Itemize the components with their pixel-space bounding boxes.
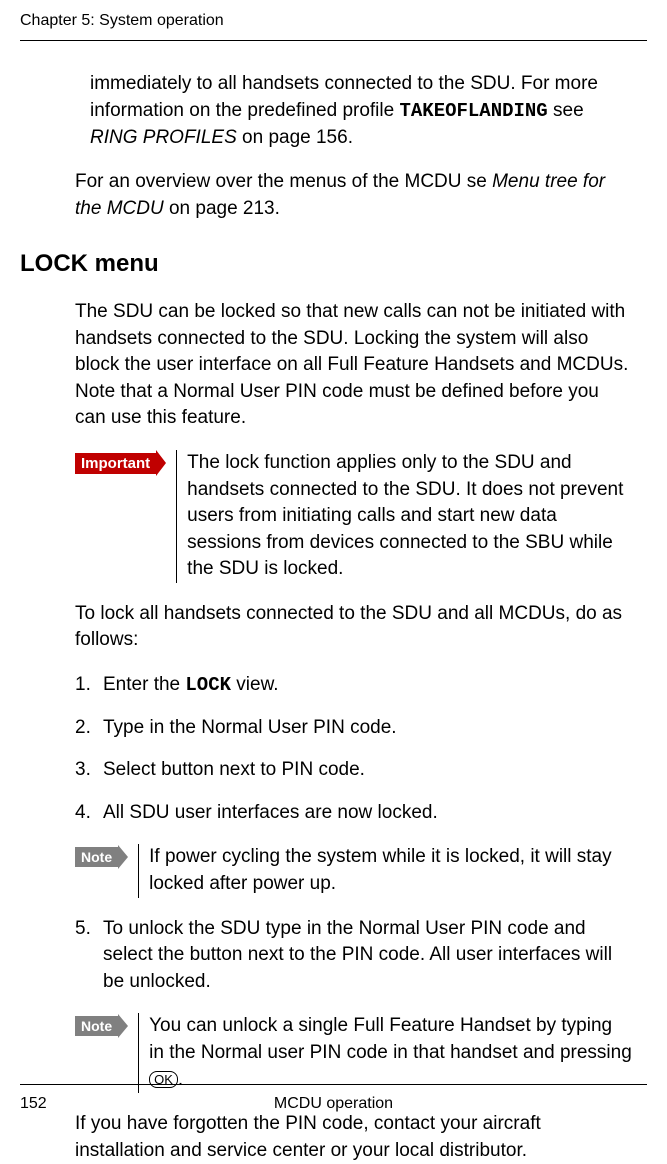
important-text: The lock function applies only to the SD… (176, 450, 632, 583)
footer-divider (20, 1084, 647, 1085)
text: For an overview over the menus of the MC… (75, 171, 492, 192)
forgot-pin-paragraph: If you have forgotten the PIN code, cont… (75, 1111, 632, 1164)
lock-instruction: To lock all handsets connected to the SD… (75, 601, 632, 654)
text: see (548, 100, 584, 121)
continuation-paragraph: immediately to all handsets connected to… (75, 71, 632, 151)
note-text: If power cycling the system while it is … (138, 844, 632, 897)
important-label: Important (75, 453, 156, 474)
lock-keyword: LOCK (185, 674, 231, 696)
footer: 152 MCDU operation (0, 1084, 667, 1115)
section-heading-lock-menu: LOCK menu (20, 247, 632, 281)
steps-list-continued: To unlock the SDU type in the Normal Use… (75, 916, 632, 996)
step-2: Type in the Normal User PIN code. (75, 715, 632, 742)
note-block-2: Note You can unlock a single Full Featur… (75, 1013, 632, 1093)
arrow-icon (118, 1014, 128, 1038)
step-5: To unlock the SDU type in the Normal Use… (75, 916, 632, 996)
page-number: 152 (20, 1093, 47, 1115)
arrow-icon (156, 450, 166, 476)
chapter-header: Chapter 5: System operation (20, 10, 647, 32)
header-divider (20, 40, 647, 41)
step-1: Enter the LOCK view. (75, 672, 632, 699)
note-block-1: Note If power cycling the system while i… (75, 844, 632, 897)
note-label: Note (75, 1016, 118, 1036)
text: on page 156. (237, 127, 353, 148)
text: view. (231, 674, 279, 695)
text: You can unlock a single Full Feature Han… (149, 1015, 632, 1063)
overview-paragraph: For an overview over the menus of the MC… (75, 169, 632, 222)
code-profile: TAKEOFLANDING (399, 100, 547, 122)
arrow-icon (118, 845, 128, 869)
footer-title: MCDU operation (274, 1093, 393, 1115)
important-block: Important The lock function applies only… (75, 450, 632, 583)
note-badge: Note (75, 1013, 128, 1040)
text: on page 213. (164, 198, 280, 219)
text: Enter the (103, 674, 185, 695)
step-4: All SDU user interfaces are now locked. (75, 800, 632, 827)
step-3: Select button next to PIN code. (75, 757, 632, 784)
reference-ring-profiles: RING PROFILES (90, 127, 237, 148)
note-text: You can unlock a single Full Feature Han… (138, 1013, 632, 1093)
intro-paragraph: The SDU can be locked so that new calls … (75, 299, 632, 432)
important-badge: Important (75, 450, 166, 477)
steps-list: Enter the LOCK view. Type in the Normal … (75, 672, 632, 826)
note-badge: Note (75, 844, 128, 871)
note-label: Note (75, 847, 118, 867)
